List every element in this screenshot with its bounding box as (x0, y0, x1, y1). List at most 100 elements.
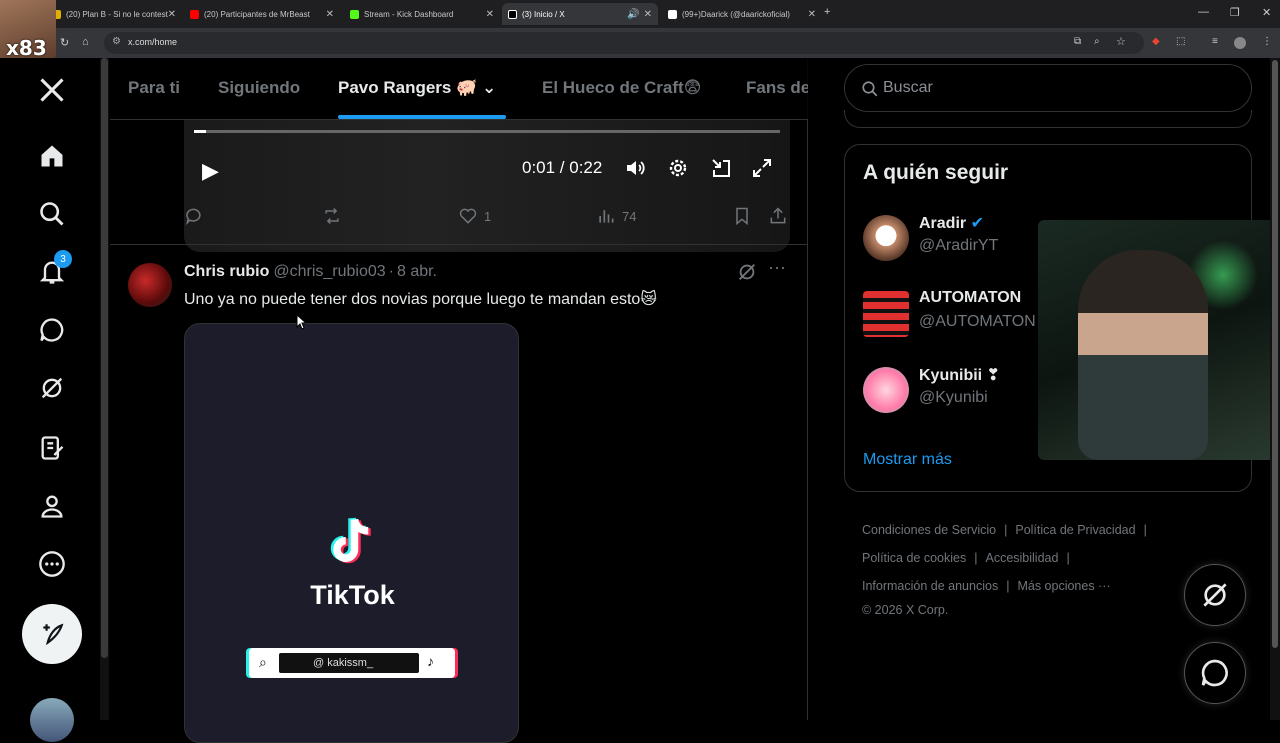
video-progress-bar[interactable] (194, 130, 780, 133)
browser-tab[interactable]: (20) Plan B - Si no le contesto ✕ (46, 3, 182, 25)
footer-ads-link[interactable]: Información de anuncios (862, 579, 998, 593)
repost-button[interactable] (322, 206, 348, 226)
tab-fans-de[interactable]: Fans de (746, 78, 808, 98)
footer-separator: | (1066, 551, 1070, 565)
share-button[interactable] (768, 206, 794, 226)
cast-icon[interactable]: ⧉ (1074, 36, 1081, 47)
profile-icon[interactable] (36, 490, 68, 522)
right-scrollbar[interactable] (1270, 58, 1280, 720)
tweet[interactable]: Chris rubio @chris_rubio03 · 8 abr. ··· Uno… (110, 245, 808, 743)
search-icon[interactable] (36, 198, 68, 230)
webcam-person (1078, 250, 1208, 460)
extension-icon[interactable]: ◆ (1152, 36, 1160, 47)
footer-more-link[interactable]: Más opciones ··· (1017, 579, 1110, 593)
tweet-text: Uno ya no puede tener dos novias porque … (184, 291, 658, 308)
browser-tab[interactable]: (20) Participantes de MrBeast g ✕ (184, 3, 340, 25)
tab-following[interactable]: Siguiendo (218, 78, 300, 98)
window-close-icon[interactable]: ✕ (1262, 6, 1271, 19)
close-icon[interactable]: ✕ (486, 9, 494, 20)
tab-for-you[interactable]: Para ti (128, 78, 180, 98)
browser-tab[interactable]: Stream - Kick Dashboard ✕ (344, 3, 500, 25)
messages-icon (1201, 659, 1228, 687)
drafts-icon[interactable] (36, 432, 68, 464)
profile-avatar[interactable] (1234, 37, 1246, 49)
home-icon[interactable] (36, 140, 68, 172)
notifications-icon[interactable]: 3 (36, 250, 72, 288)
settings-gear-icon[interactable] (666, 156, 690, 180)
close-icon[interactable]: ✕ (326, 9, 334, 20)
tweet-author-handle[interactable]: @chris_rubio03 (273, 263, 385, 280)
close-icon[interactable]: ✕ (644, 9, 652, 20)
grok-explain-icon[interactable] (736, 261, 758, 283)
footer-cookies-link[interactable]: Política de cookies (862, 551, 966, 565)
follow-avatar[interactable] (863, 367, 909, 413)
zoom-icon[interactable]: ⌕ (1094, 36, 1100, 47)
tab-hueco-de-craft[interactable]: El Hueco de Craft😨 (542, 78, 701, 98)
fullscreen-icon[interactable] (750, 156, 774, 180)
scrollbar-thumb[interactable] (1272, 60, 1278, 648)
tweet-separator: · (388, 263, 394, 280)
pip-icon[interactable] (709, 156, 733, 180)
site-info-icon[interactable]: ⚙ (112, 36, 121, 47)
reply-button[interactable] (184, 206, 210, 226)
heart-icon (459, 208, 477, 224)
footer-privacy-link[interactable]: Política de Privacidad (1015, 523, 1135, 537)
right-sidebar: Buscar A quién seguir Aradir ✔ @AradirYT… (808, 58, 1280, 720)
x-logo-icon[interactable] (36, 74, 68, 106)
tweet-date[interactable]: 8 abr. (397, 263, 437, 280)
views-button[interactable]: 74 (596, 206, 636, 226)
like-button[interactable]: 1 (458, 206, 491, 226)
search-input[interactable]: Buscar (844, 64, 1252, 112)
speaker-icon[interactable]: 🔊 (627, 9, 639, 20)
media-control-icon[interactable]: ≡ (1212, 36, 1218, 47)
follow-name[interactable]: Aradir ✔ (919, 213, 984, 233)
follow-name[interactable]: Kyunibii ❣ (919, 365, 1000, 385)
tweet-media[interactable]: TikTok ⌕ @ kakissm_ ♪ (184, 323, 519, 743)
search-placeholder: Buscar (883, 79, 933, 96)
follow-name-text: Aradir (919, 215, 967, 232)
close-icon[interactable]: ✕ (808, 9, 816, 20)
grok-float-button[interactable] (1184, 564, 1246, 626)
compose-post-button[interactable] (22, 604, 82, 664)
extensions-puzzle-icon[interactable]: ⬚ (1176, 36, 1185, 47)
play-icon[interactable]: ▶ (202, 158, 219, 184)
follow-avatar[interactable] (863, 215, 909, 261)
feather-plus-icon (43, 623, 64, 646)
address-bar[interactable]: ⚙ x.com/home ⧉ ⌕ ☆ (104, 32, 1144, 54)
menu-kebab-icon[interactable]: ⋮ (1262, 36, 1272, 47)
follow-avatar[interactable] (863, 291, 909, 337)
url-text: x.com/home (128, 37, 178, 47)
footer-separator: | (974, 551, 978, 565)
new-tab-icon[interactable]: + (824, 6, 830, 18)
minimize-icon[interactable]: — (1198, 6, 1209, 18)
follow-handle: @AUTOMATON (919, 313, 1036, 330)
left-scrollbar[interactable] (100, 58, 109, 720)
bookmark-star-icon[interactable]: ☆ (1116, 35, 1126, 48)
tweet-author-name[interactable]: Chris rubio (184, 263, 269, 280)
account-avatar[interactable] (30, 698, 74, 742)
tweet-author-avatar[interactable] (128, 263, 172, 307)
footer-accessibility-link[interactable]: Accesibilidad (985, 551, 1058, 565)
grok-icon[interactable] (36, 372, 68, 404)
tab-label: Stream - Kick Dashboard (364, 9, 454, 19)
footer-terms-link[interactable]: Condiciones de Servicio (862, 523, 996, 537)
close-icon[interactable]: ✕ (168, 9, 176, 20)
messages-float-button[interactable] (1184, 642, 1246, 704)
follow-handle: @Kyunibi (919, 389, 988, 406)
browser-tab-active[interactable]: (3) Inicio / X 🔊 ✕ (502, 3, 658, 25)
browser-tab[interactable]: (99+)Daarick (@daarickoficial) ✕ (662, 3, 822, 25)
bookmark-button[interactable] (732, 206, 758, 226)
home-icon[interactable]: ⌂ (82, 36, 89, 48)
follow-name[interactable]: AUTOMATON (919, 289, 1021, 307)
maximize-icon[interactable]: ❐ (1230, 6, 1240, 19)
volume-icon[interactable] (624, 156, 648, 180)
more-icon[interactable]: ··· (768, 257, 786, 278)
more-options-icon[interactable] (36, 548, 68, 580)
search-icon (862, 81, 878, 97)
tab-pavo-rangers[interactable]: Pavo Rangers 🐖 ⌄ (338, 78, 496, 98)
show-more-link[interactable]: Mostrar más (863, 451, 952, 469)
messages-icon[interactable] (36, 314, 68, 346)
reload-icon[interactable]: ↻ (60, 36, 69, 49)
footer-line: Política de cookies | Accesibilidad | (862, 544, 1252, 572)
scrollbar-thumb[interactable] (101, 58, 108, 658)
